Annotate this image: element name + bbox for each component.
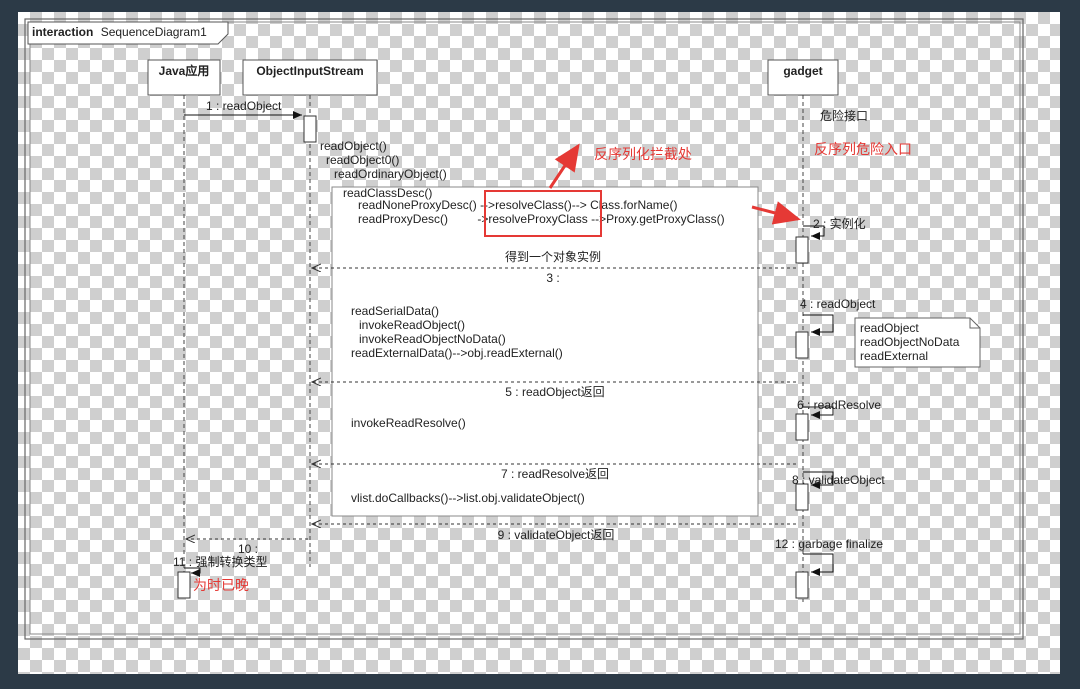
trace-proxy-line: readProxyDesc() ->resolveProxyClass -->P… (358, 212, 725, 226)
message-6-label: 6 : readResolve (797, 398, 881, 412)
trace-do-callbacks: vlist.doCallbacks()-->list.obj.validateO… (351, 491, 585, 505)
frame-keyword: interaction (32, 25, 93, 39)
note-line-read-object: readObject (860, 321, 919, 335)
trace-read-serial-data: readSerialData() (351, 304, 439, 318)
message-12-arrow[interactable] (803, 553, 834, 576)
message-8-label: 8 : validateObject (792, 473, 885, 487)
sequence-diagram: interaction SequenceDiagram1 Java应用 Obje… (24, 18, 1024, 640)
trace-nonproxy-prefix: readNoneProxyDesc() (358, 198, 477, 212)
trace-nonproxy-line: readNoneProxyDesc() -->resolveClass()-->… (358, 198, 677, 212)
message-12-label: 12 : garbage finalize (775, 537, 883, 551)
activation-gadget-4 (795, 331, 809, 359)
frame-title: interaction SequenceDiagram1 (32, 25, 207, 39)
lifeline-ois-label: ObjectInputStream (256, 64, 363, 78)
note-line-read-external: readExternal (860, 349, 928, 363)
activation-gadget-2 (795, 236, 809, 264)
lifeline-java-label: Java应用 (159, 63, 210, 78)
activation-gadget-12 (795, 571, 809, 599)
trace-proxy-prefix: readProxyDesc() (358, 212, 448, 226)
trace-nonproxy-suffix: Class.forName() (590, 198, 677, 212)
trace-read-object0: readObject0() (326, 153, 399, 167)
trace-invoke-read-object-nodata: invokeReadObjectNoData() (359, 332, 506, 346)
message-11-label: 11 : 强制转换类型 (173, 554, 267, 569)
note-line-read-object-nodata: readObjectNoData (860, 335, 960, 349)
message-3-label: 3 : (546, 271, 559, 285)
trace-proxy-suffix: -->Proxy.getProxyClass() (591, 212, 724, 226)
message-4-arrow[interactable] (803, 314, 834, 336)
message-2-label: 2 : 实例化 (813, 216, 866, 231)
annotation-too-late: 为时已晚 (193, 577, 249, 593)
message-9-label: 9 : validateObject返回 (498, 528, 615, 542)
trace-invoke-read-resolve: invokeReadResolve() (351, 416, 466, 430)
frame-name: SequenceDiagram1 (101, 25, 207, 39)
intercept-pointer-arrow (548, 143, 580, 189)
message-1-label: 1 : readObject (206, 99, 282, 113)
activation-java-11 (177, 571, 191, 599)
message-7-label: 7 : readResolve返回 (501, 467, 609, 481)
trace-proxy-hook: ->resolveProxyClass (477, 212, 587, 226)
trace-read-ordinary-object: readOrdinaryObject() (334, 167, 447, 181)
annotation-deser-intercept: 反序列化拦截处 (594, 146, 692, 162)
diagram-canvas: interaction SequenceDiagram1 Java应用 Obje… (18, 12, 1060, 674)
activation-gadget-8 (795, 483, 809, 511)
lifeline-gadget-label: gadget (783, 64, 822, 78)
trace-read-object: readObject() (320, 139, 387, 153)
annotation-danger-interface: 危险接口 (820, 108, 868, 123)
message-3-caption: 得到一个对象实例 (505, 249, 601, 264)
message-5-label: 5 : readObject返回 (505, 385, 604, 399)
trace-read-external-data: readExternalData()-->obj.readExternal() (351, 346, 563, 360)
annotation-deser-danger-entry: 反序列危险入口 (814, 141, 912, 157)
trace-invoke-read-object: invokeReadObject() (359, 318, 465, 332)
message-10-label: 10 : (238, 542, 258, 556)
activation-ois (303, 115, 317, 143)
activation-gadget-6 (795, 413, 809, 441)
instantiate-pointer-arrow (751, 201, 801, 225)
message-4-label: 4 : readObject (800, 297, 876, 311)
trace-nonproxy-hook: -->resolveClass()--> (480, 198, 587, 212)
